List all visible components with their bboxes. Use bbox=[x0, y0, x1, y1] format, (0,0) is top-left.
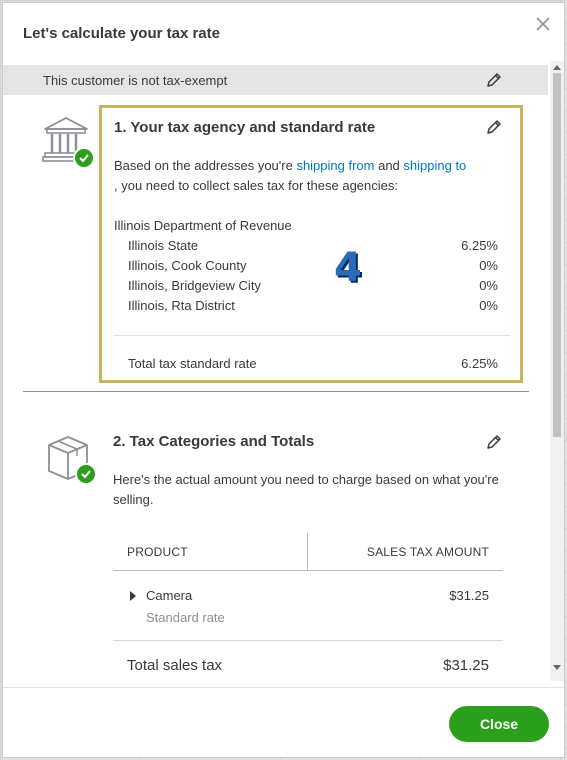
column-header-sales-tax-amount: SALES TAX AMOUNT bbox=[366, 545, 489, 559]
table-header: PRODUCT SALES TAX AMOUNT bbox=[113, 533, 503, 571]
table-row: Camera Standard rate $31.25 bbox=[113, 571, 503, 641]
tax-categories-description: Here's the actual amount you need to cha… bbox=[113, 472, 499, 507]
vertical-scrollbar[interactable] bbox=[550, 61, 564, 681]
desc-prefix: Based on the addresses you're bbox=[114, 158, 297, 173]
tax-agency-title: 1. Your tax agency and standard rate bbox=[114, 119, 376, 136]
rate-label: Illinois, Bridgeview City bbox=[128, 278, 261, 293]
rate-value: 0% bbox=[479, 278, 498, 293]
desc-suffix: , you need to collect sales tax for thes… bbox=[114, 178, 399, 193]
column-separator bbox=[307, 533, 308, 571]
tax-categories-title: 2. Tax Categories and Totals bbox=[113, 433, 315, 450]
dialog-header: Let's calculate your tax rate bbox=[3, 3, 564, 61]
tax-category-box-icon bbox=[43, 433, 101, 491]
rate-row: Illinois State 6.25% bbox=[128, 238, 498, 258]
rate-row: Illinois, Cook County 0% bbox=[128, 258, 498, 278]
close-button[interactable]: Close bbox=[449, 706, 549, 742]
rate-value: 0% bbox=[479, 298, 498, 313]
tax-agency-card: 1. Your tax agency and standard rate Bas… bbox=[99, 105, 523, 383]
scroll-up-arrow-icon[interactable] bbox=[553, 65, 561, 70]
total-rate-value: 6.25% bbox=[461, 356, 498, 371]
tax-rate-dialog: Let's calculate your tax rate This custo… bbox=[2, 2, 565, 758]
tax-exempt-status: This customer is not tax-exempt bbox=[43, 73, 228, 88]
product-tax-amount: $31.25 bbox=[449, 588, 489, 603]
tax-agency-building-icon bbox=[41, 115, 99, 173]
check-icon bbox=[75, 463, 97, 485]
scrollbar-thumb[interactable] bbox=[553, 73, 561, 437]
total-sales-tax-amount: $31.25 bbox=[443, 657, 489, 674]
total-rate-label: Total tax standard rate bbox=[128, 356, 257, 371]
dialog-footer: Close bbox=[3, 687, 564, 757]
rate-label: Illinois, Cook County bbox=[128, 258, 247, 273]
shipping-to-link[interactable]: shipping to bbox=[403, 158, 466, 173]
rate-label: Illinois State bbox=[128, 238, 199, 253]
pencil-icon[interactable] bbox=[485, 118, 503, 136]
expand-caret-icon[interactable] bbox=[130, 591, 136, 601]
rate-row: Illinois, Bridgeview City 0% bbox=[128, 278, 498, 298]
tax-agency-description: Based on the addresses you're shipping f… bbox=[114, 156, 514, 196]
rate-value: 6.25% bbox=[461, 238, 498, 253]
product-name: Camera bbox=[146, 588, 193, 603]
divider bbox=[114, 335, 510, 336]
rate-label: Illinois, Rta District bbox=[128, 298, 235, 313]
section-divider bbox=[23, 391, 529, 392]
product-rate-type: Standard rate bbox=[146, 610, 225, 625]
close-icon[interactable] bbox=[534, 15, 552, 33]
pencil-icon[interactable] bbox=[485, 433, 503, 451]
dialog-body: This customer is not tax-exempt 1. Your … bbox=[3, 61, 564, 687]
pencil-icon[interactable] bbox=[485, 71, 503, 89]
scroll-down-arrow-icon[interactable] bbox=[553, 665, 561, 670]
shipping-from-link[interactable]: shipping from bbox=[296, 158, 374, 173]
check-icon bbox=[73, 147, 95, 169]
rate-value: 0% bbox=[479, 258, 498, 273]
step-number-callout: 4 bbox=[334, 245, 362, 291]
column-header-product: PRODUCT bbox=[127, 545, 188, 559]
agency-name: Illinois Department of Revenue bbox=[114, 218, 292, 233]
tax-exempt-bar: This customer is not tax-exempt bbox=[3, 65, 548, 95]
dialog-title: Let's calculate your tax rate bbox=[23, 25, 220, 42]
desc-and: and bbox=[374, 158, 404, 173]
total-sales-tax-label: Total sales tax bbox=[127, 657, 223, 674]
rate-row: Illinois, Rta District 0% bbox=[128, 298, 498, 318]
